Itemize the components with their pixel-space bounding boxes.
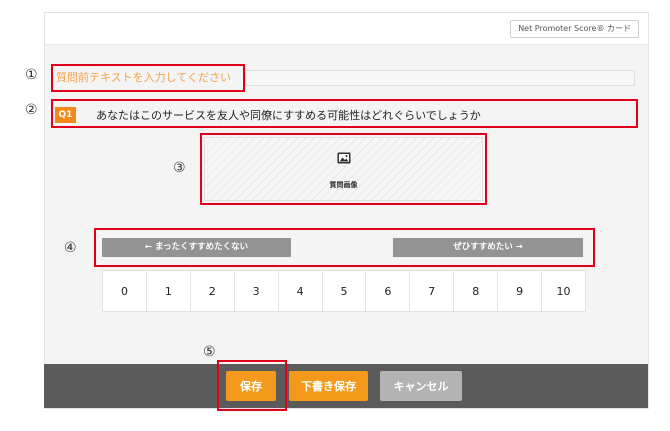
annotation-5: ⑤ — [203, 344, 216, 360]
scale-option[interactable]: 1 — [146, 270, 191, 312]
card-header: Net Promoter Score® カード — [45, 13, 648, 45]
scale-option[interactable]: 6 — [366, 270, 411, 312]
scale-option[interactable]: 3 — [234, 270, 279, 312]
pretext-underline — [245, 70, 635, 86]
scale-option[interactable]: 7 — [410, 270, 455, 312]
nps-scale: 0 1 2 3 4 5 6 7 8 9 10 — [102, 270, 586, 312]
scale-option[interactable]: 10 — [542, 270, 586, 312]
annotation-box-2 — [51, 99, 638, 128]
scale-option[interactable]: 0 — [102, 270, 147, 312]
annotation-box-1 — [51, 64, 245, 92]
cancel-button[interactable]: キャンセル — [380, 371, 462, 401]
draft-save-button[interactable]: 下書き保存 — [289, 371, 368, 401]
annotation-4: ④ — [64, 240, 77, 256]
card-type-tag: Net Promoter Score® カード — [510, 20, 639, 38]
annotation-box-4 — [94, 228, 595, 267]
annotation-box-3 — [200, 133, 487, 205]
scale-option[interactable]: 8 — [454, 270, 499, 312]
scale-option[interactable]: 5 — [322, 270, 367, 312]
scale-option[interactable]: 2 — [190, 270, 235, 312]
scale-option[interactable]: 4 — [278, 270, 323, 312]
scale-option[interactable]: 9 — [498, 270, 543, 312]
annotation-1: ① — [25, 67, 38, 83]
annotation-3: ③ — [173, 160, 186, 176]
annotation-2: ② — [25, 102, 38, 118]
annotation-box-5 — [217, 360, 287, 411]
